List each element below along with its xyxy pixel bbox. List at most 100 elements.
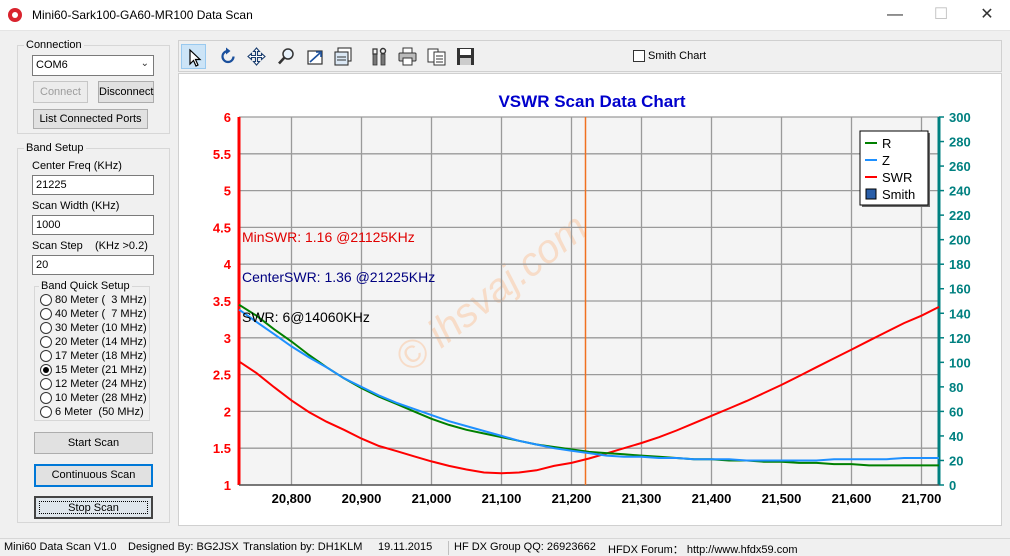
save-icon[interactable] [453,44,478,69]
continuous-scan-button[interactable]: Continuous Scan [34,464,153,487]
status-forum: HFDX Forum： http://www.hfdx59.com [608,544,798,556]
zoom-area-icon[interactable] [303,44,328,69]
scan-step-input[interactable]: 20 [32,255,154,275]
maximize-button[interactable]: ☐ [918,0,964,31]
minimize-button[interactable]: — [872,0,918,31]
y-right-tick-label: 300 [949,110,971,125]
scan-step-label: Scan Step [32,240,83,252]
y-left-tick-label: 1 [224,478,231,493]
chart-toolbar: Smith Chart [178,40,1002,72]
close-button[interactable]: ✕ [964,0,1010,31]
y-left-tick-label: 3.5 [213,294,231,309]
smith-chart-label: Smith Chart [648,50,707,62]
list-ports-button[interactable]: List Connected Ports [33,109,148,129]
band-radio-button[interactable] [40,364,52,376]
band-radio-button[interactable] [40,378,52,390]
connection-group-title: Connection [24,39,84,51]
y-right-tick-label: 240 [949,184,971,199]
band-radio-button[interactable] [40,392,52,404]
com-port-select[interactable]: COM6 ⌄ [32,55,154,76]
legend-marker [865,188,877,200]
y-right-tick-label: 100 [949,355,971,370]
smith-chart-checkbox[interactable]: Smith Chart [633,50,706,62]
copy-icon[interactable] [424,44,449,69]
band-radio-item[interactable]: 30 Meter (10 MHz) [40,321,147,335]
print-icon[interactable] [395,44,420,69]
status-bar: Mini60 Data Scan V1.0 Designed By: BG2JS… [0,538,1010,556]
band-radio-item[interactable]: 15 Meter (21 MHz) [40,363,147,377]
band-radio-label: 17 Meter (18 MHz) [55,350,147,362]
legend-label: Smith [882,187,915,202]
x-tick-label: 20,900 [342,491,382,506]
band-radio-label: 30 Meter (10 MHz) [55,322,147,334]
band-radio-button[interactable] [40,322,52,334]
rotate-icon[interactable] [216,44,241,69]
center-freq-input[interactable]: 21225 [32,175,154,195]
vswr-chart[interactable]: © ihsvaj.com20,800 20,900 21,000 21,100 21,2… [179,74,1001,525]
chart-annotation: CenterSWR: 1.36 @21225KHz [242,269,435,285]
y-right-tick-label: 60 [949,404,963,419]
band-radio-button[interactable] [40,308,52,320]
y-right-tick-label: 200 [949,233,971,248]
band-radio-label: 80 Meter ( 3 MHz) [55,294,147,306]
status-version: Mini60 Data Scan V1.0 [4,541,117,553]
y-left-tick-label: 6 [224,110,231,125]
band-radio-button[interactable] [40,294,52,306]
band-setup-title: Band Setup [24,142,86,154]
status-separator [448,541,449,555]
title-bar: Mini60-Sark100-GA60-MR100 Data Scan — ☐ … [0,0,1010,31]
band-radio-item[interactable]: 6 Meter (50 MHz) [40,405,144,419]
status-date: 19.11.2015 [378,541,433,553]
y-left-tick-label: 5 [224,184,231,199]
x-tick-label: 21,500 [762,491,802,506]
band-radio-label: 20 Meter (14 MHz) [55,336,147,348]
y-right-tick-label: 220 [949,208,971,223]
zoom-icon[interactable] [274,44,299,69]
save-chart-icon[interactable] [331,44,356,69]
chevron-down-icon: ⌄ [140,58,149,69]
center-freq-label: Center Freq (KHz) [32,160,122,172]
band-radio-item[interactable]: 80 Meter ( 3 MHz) [40,293,147,307]
settings-icon[interactable] [367,44,392,69]
smith-chart-check-box[interactable] [633,50,645,62]
y-left-tick-label: 2.5 [213,368,231,383]
y-right-tick-label: 40 [949,429,963,444]
band-radio-item[interactable]: 17 Meter (18 MHz) [40,349,147,363]
band-radio-label: 6 Meter (50 MHz) [55,406,144,418]
band-radio-button[interactable] [40,406,52,418]
chart-annotation: SWR: 6@14060KHz [242,309,370,325]
y-right-tick-label: 140 [949,306,971,321]
scan-step-hint: (KHz >0.2) [95,240,148,252]
y-left-tick-label: 3 [224,331,231,346]
band-radio-label: 10 Meter (28 MHz) [55,392,147,404]
band-radio-item[interactable]: 12 Meter (24 MHz) [40,377,147,391]
band-radio-item[interactable]: 20 Meter (14 MHz) [40,335,147,349]
band-radio-item[interactable]: 10 Meter (28 MHz) [40,391,147,405]
band-radio-label: 12 Meter (24 MHz) [55,378,147,390]
band-radio-label: 15 Meter (21 MHz) [55,364,147,376]
connect-button[interactable]: Connect [33,81,88,103]
x-tick-label: 20,800 [272,491,312,506]
chart-title: VSWR Scan Data Chart [498,92,685,111]
stop-scan-button[interactable]: Stop Scan [34,496,153,519]
band-radio-button[interactable] [40,336,52,348]
status-translation: Translation by: DH1KLM [243,541,363,553]
band-radio-button[interactable] [40,350,52,362]
chart-annotation: MinSWR: 1.16 @21125KHz [242,229,415,245]
x-tick-label: 21,700 [902,491,942,506]
disconnect-button[interactable]: Disconnect [98,81,154,103]
y-right-tick-label: 0 [949,478,956,493]
x-tick-label: 21,400 [692,491,732,506]
y-right-tick-label: 80 [949,380,963,395]
move-icon[interactable] [244,44,269,69]
app-icon [8,8,22,22]
band-radio-item[interactable]: 40 Meter ( 7 MHz) [40,307,147,321]
pointer-icon[interactable] [181,44,206,69]
y-left-tick-label: 1.5 [213,441,231,456]
band-radio-label: 40 Meter ( 7 MHz) [55,308,147,320]
x-tick-label: 21,100 [482,491,522,506]
band-quick-title: Band Quick Setup [39,280,132,292]
scan-width-input[interactable]: 1000 [32,215,154,235]
y-right-tick-label: 260 [949,159,971,174]
start-scan-button[interactable]: Start Scan [34,432,153,454]
